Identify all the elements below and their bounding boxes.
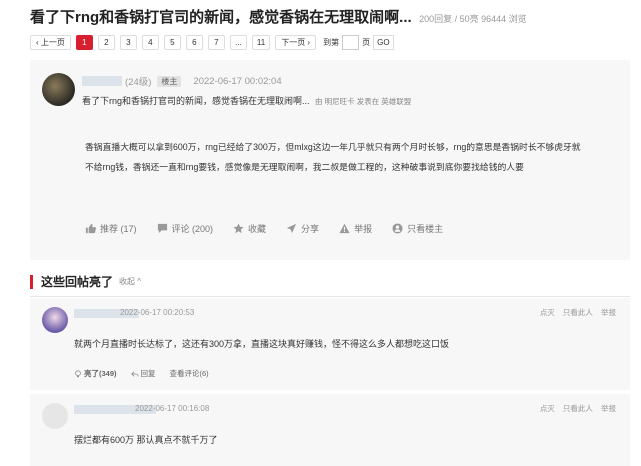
avatar[interactable] <box>42 73 75 106</box>
section-title: 这些回帖亮了 <box>41 275 114 289</box>
post-source: 由 明尼旺卡 发表在 英雄联盟 <box>315 97 412 106</box>
reply-content: 就两个月直播时长达标了，这还有300万拿，直播这块真好赚钱，怪不得这么多人都想吃… <box>74 339 450 349</box>
page-button-4[interactable]: 4 <box>141 35 159 50</box>
reply-label: 回复 <box>140 369 156 378</box>
report-label: 举报 <box>354 224 373 234</box>
author-name-blurred[interactable] <box>82 76 122 86</box>
page-button-11[interactable]: 11 <box>251 35 271 50</box>
author-level: (24级) <box>125 77 152 88</box>
thumbs-up-icon <box>85 223 96 234</box>
reply-actions: 亮了(349) 回复 查看评论(6) <box>74 368 223 379</box>
light-up-label: 亮了(349) <box>84 369 117 378</box>
avatar[interactable] <box>42 403 68 429</box>
jump-page-input[interactable] <box>342 35 360 50</box>
light-up-button[interactable]: 亮了(349) <box>74 368 117 379</box>
reply-icon <box>130 370 139 377</box>
only-op-label: 只看楼主 <box>407 224 444 234</box>
only-this-user-link[interactable]: 只看此人 <box>563 404 593 413</box>
comment-label: 评论 (200) <box>171 224 214 234</box>
report-link[interactable]: 举报 <box>601 404 616 413</box>
page-button-3[interactable]: 3 <box>119 35 137 50</box>
share-icon <box>286 223 297 234</box>
reply-time: 2022-06-17 00:16:08 <box>135 404 210 413</box>
reply-button[interactable]: 回复 <box>130 368 156 379</box>
favorite-label: 收藏 <box>248 224 267 234</box>
comment-button[interactable]: 评论 (200) <box>157 222 214 235</box>
pagination: ‹ 上一页 1 2 3 4 5 6 7 ... 11 下一页 › 到第 页 GO <box>30 35 394 50</box>
page-button-7[interactable]: 7 <box>207 35 225 50</box>
post-time: 2022-06-17 00:02:04 <box>193 75 282 87</box>
collapse-toggle[interactable]: 收起 ^ <box>119 276 141 287</box>
recommend-label: 推荐 (17) <box>100 224 137 234</box>
star-icon <box>233 223 244 234</box>
go-button[interactable]: GO <box>373 35 394 50</box>
prev-page-button[interactable]: ‹ 上一页 <box>30 35 71 50</box>
reply-time: 2022-06-17 00:20:53 <box>120 308 195 317</box>
thread-header: 看了下rng和香锅打官司的新闻，感觉香锅在无理取闹啊... 200回复 / 50… <box>30 6 527 27</box>
share-button[interactable]: 分享 <box>286 222 319 235</box>
reply-item: 2022-06-17 00:20:53 点灭 只看此人 举报 就两个月直播时长达… <box>30 298 630 390</box>
page-button-1[interactable]: 1 <box>75 35 93 50</box>
main-post: (24级) 楼主 2022-06-17 00:02:04 看了下rng和香锅打官… <box>30 60 630 260</box>
page-button-6[interactable]: 6 <box>185 35 203 50</box>
dislike-link[interactable]: 点灭 <box>540 404 555 413</box>
only-this-user-link[interactable]: 只看此人 <box>563 308 593 317</box>
recommend-button[interactable]: 推荐 (17) <box>85 222 137 235</box>
op-badge: 楼主 <box>157 75 182 87</box>
highlight-replies-header: 这些回帖亮了 收起 ^ <box>30 273 141 290</box>
comment-icon <box>157 223 167 234</box>
view-comments-link[interactable]: 查看评论(6) <box>170 368 209 379</box>
reply-tools: 点灭 只看此人 举报 <box>534 403 616 414</box>
report-button[interactable]: 举报 <box>339 222 372 235</box>
thread-title: 看了下rng和香锅打官司的新闻，感觉香锅在无理取闹啊... <box>30 9 412 26</box>
reply-content: 摆烂都有600万 那认真点不就千万了 <box>74 435 218 445</box>
next-page-button[interactable]: 下一页 › <box>275 35 317 50</box>
avatar[interactable] <box>42 307 68 333</box>
person-icon <box>392 223 403 234</box>
post-subject-line: 看了下rng和香锅打官司的新闻，感觉香锅在无理取闹啊... 由 明尼旺卡 发表在… <box>82 94 411 107</box>
dislike-link[interactable]: 点灭 <box>540 308 555 317</box>
section-accent-bar <box>30 274 33 289</box>
section-divider <box>30 296 630 297</box>
page-button-5[interactable]: 5 <box>163 35 181 50</box>
jump-unit: 页 <box>362 38 371 47</box>
thread-meta: 200回复 / 50亮 96444 浏览 <box>419 14 527 24</box>
reply-item: 2022-06-17 00:16:08 点灭 只看此人 举报 摆烂都有600万 … <box>30 394 630 466</box>
report-link[interactable]: 举报 <box>601 308 616 317</box>
share-label: 分享 <box>301 224 320 234</box>
post-subject: 看了下rng和香锅打官司的新闻，感觉香锅在无理取闹啊... <box>82 96 310 106</box>
post-body: 香锅直播大概可以拿到600万，rng已经给了300万，但mlxg这边一年几乎就只… <box>85 142 581 172</box>
jump-label: 到第 <box>323 38 340 47</box>
page-button-2[interactable]: 2 <box>97 35 115 50</box>
post-actions: 推荐 (17) 评论 (200) 收藏 分享 举报 只看楼主 <box>85 222 463 235</box>
only-op-button[interactable]: 只看楼主 <box>392 222 443 235</box>
post-author-line: (24级) 楼主 2022-06-17 00:02:04 <box>82 74 282 88</box>
page-ellipsis: ... <box>229 35 247 50</box>
lightbulb-icon <box>75 369 81 377</box>
warning-icon <box>339 223 350 234</box>
favorite-button[interactable]: 收藏 <box>233 222 266 235</box>
reply-tools: 点灭 只看此人 举报 <box>534 307 616 318</box>
